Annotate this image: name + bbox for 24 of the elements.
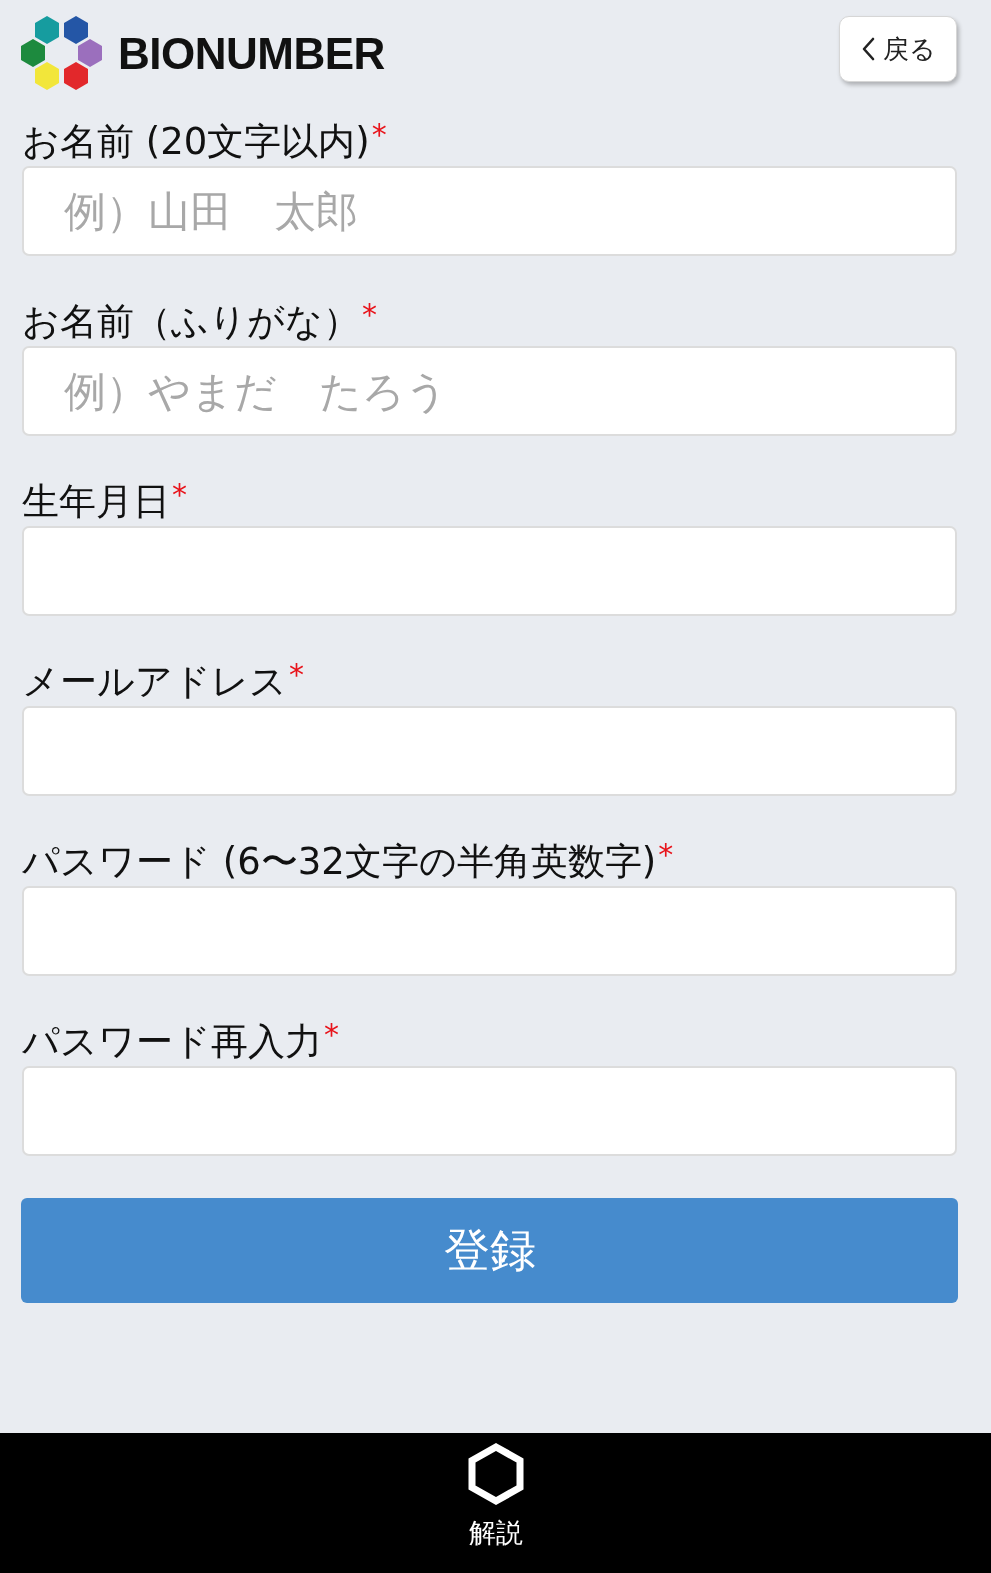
register-button[interactable]: 登録 (21, 1198, 958, 1303)
field-label: メールアドレス (22, 659, 287, 705)
required-mark: * (289, 658, 304, 692)
field-label: お名前 (20文字以内) (22, 119, 370, 165)
chevron-left-icon (860, 37, 875, 61)
required-mark: * (371, 118, 387, 152)
tab-button[interactable]: 解説 (462, 1433, 529, 1573)
text-field[interactable]: 例）山田 太郎 (22, 166, 957, 256)
text-field[interactable] (22, 526, 957, 616)
text-field[interactable]: 例）やまだ たろう (22, 346, 957, 436)
field-label: パスワード (6〜32文字の半角英数字) (22, 839, 657, 885)
field-label: 生年月日 (22, 479, 170, 525)
app-title: BIONUMBER (118, 29, 385, 79)
field-label: お名前（ふりがな） (22, 299, 360, 345)
hexagon-icon (466, 1443, 525, 1505)
required-mark: * (324, 1018, 339, 1052)
back-button[interactable]: 戻る (839, 16, 957, 82)
text-field[interactable] (22, 886, 957, 976)
text-field[interactable] (22, 706, 957, 796)
field-label: パスワード再入力 (22, 1019, 322, 1065)
required-mark: * (362, 298, 377, 332)
required-mark: * (172, 478, 187, 512)
required-mark: * (658, 838, 674, 872)
text-field[interactable] (22, 1066, 957, 1156)
